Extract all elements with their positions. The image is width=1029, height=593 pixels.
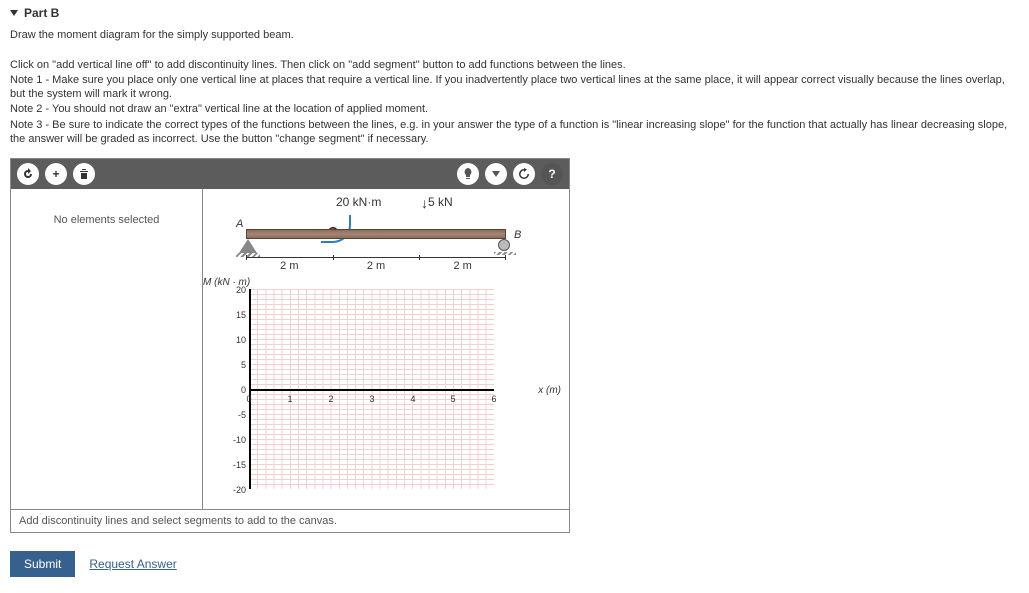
x-axis-label: x (m)	[538, 385, 561, 396]
toolbar: + ?	[11, 159, 569, 189]
support-b-icon	[498, 239, 510, 251]
instruction-note1: Note 1 - Make sure you place only one ve…	[10, 73, 1019, 102]
ytick-n15: -15	[226, 460, 246, 470]
down-arrow-icon: ↓	[421, 195, 428, 211]
dimension-row: 2 m 2 m 2 m	[246, 257, 506, 272]
diagram-area[interactable]: 20 kN·m ↓5 kN A B 2 m 2 m 2 m	[203, 189, 569, 509]
xtick-3: 3	[366, 394, 378, 404]
selection-panel: No elements selected	[11, 189, 203, 509]
no-selection-label: No elements selected	[54, 214, 160, 226]
support-a-icon	[239, 239, 257, 253]
ytick-5: 5	[226, 360, 246, 370]
xtick-1: 1	[284, 394, 296, 404]
request-answer-link[interactable]: Request Answer	[89, 557, 176, 571]
beam-bar	[246, 229, 506, 239]
part-title: Part B	[24, 6, 59, 20]
submit-button[interactable]: Submit	[10, 551, 75, 577]
xtick-4: 4	[407, 394, 419, 404]
point-b-label: B	[514, 229, 521, 241]
ytick-n5: -5	[226, 410, 246, 420]
delete-button[interactable]	[73, 163, 95, 185]
dim-3: 2 m	[454, 260, 472, 272]
reset-button[interactable]	[513, 163, 535, 185]
collapse-icon[interactable]	[10, 10, 18, 16]
status-hint: Add discontinuity lines and select segme…	[19, 515, 337, 527]
ytick-n10: -10	[226, 435, 246, 445]
xtick-2: 2	[325, 394, 337, 404]
add-button[interactable]: +	[45, 163, 67, 185]
moment-load-label: 20 kN·m	[336, 195, 381, 209]
dim-1: 2 m	[280, 260, 298, 272]
instruction-click: Click on "add vertical line off" to add …	[10, 58, 1019, 72]
instruction-note3: Note 3 - Be sure to indicate the correct…	[10, 118, 1019, 147]
instruction-main: Draw the moment diagram for the simply s…	[10, 28, 1019, 42]
ytick-20: 20	[226, 285, 246, 295]
graph-area[interactable]: M (kN · m) x (m) 20 15 10 5 0 -5 -10 -15…	[221, 289, 521, 499]
dim-2: 2 m	[367, 260, 385, 272]
beam-figure: 20 kN·m ↓5 kN A B 2 m 2 m 2 m	[226, 195, 546, 285]
ytick-15: 15	[226, 310, 246, 320]
ytick-10: 10	[226, 335, 246, 345]
help-button[interactable]: ?	[541, 163, 563, 185]
status-bar: Add discontinuity lines and select segme…	[11, 509, 569, 532]
ytick-n20: -20	[226, 485, 246, 495]
instruction-note2: Note 2 - You should not draw an "extra" …	[10, 102, 1019, 116]
xtick-0: 0	[243, 394, 255, 404]
point-a-label: A	[236, 218, 243, 230]
force-load-label: ↓5 kN	[421, 195, 453, 211]
instructions-block: Draw the moment diagram for the simply s…	[10, 28, 1019, 146]
undo-button[interactable]	[17, 163, 39, 185]
xtick-6: 6	[488, 394, 500, 404]
xtick-5: 5	[447, 394, 459, 404]
x-axis	[249, 389, 494, 391]
canvas-panel: + ? No elements selected 20 kN·m ↓5 kN A	[10, 158, 570, 533]
hint-button[interactable]	[457, 163, 479, 185]
dropdown-button[interactable]	[485, 163, 507, 185]
